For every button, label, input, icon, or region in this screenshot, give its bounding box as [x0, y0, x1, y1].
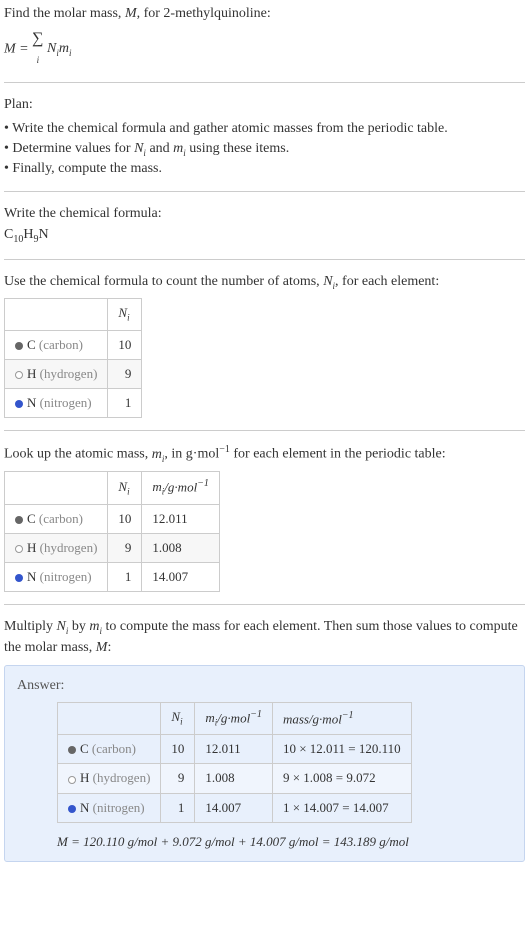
step3-section: Look up the atomic mass, mi, in g·mol−1 …	[4, 443, 525, 592]
atomic-mass-table: Ni mi/g·mol−1 C (carbon) 10 12.011 H (hy…	[4, 471, 220, 592]
table-row: H (hydrogen) 9	[5, 359, 142, 388]
table-header-n: Ni	[108, 472, 142, 505]
table-header-mass: mass/g·mol−1	[272, 702, 411, 735]
chemical-formula: C10H9N	[4, 225, 525, 247]
n-value: 9	[108, 533, 142, 562]
element-bullet-icon	[15, 371, 23, 379]
table-header-n: Ni	[161, 702, 195, 735]
intro-section: Find the molar mass, M, for 2-methylquin…	[4, 4, 525, 70]
table-header-element	[58, 702, 161, 735]
m-value: 1.008	[195, 764, 273, 793]
element-cell: H (hydrogen)	[5, 359, 108, 388]
divider	[4, 430, 525, 431]
element-cell: C (carbon)	[5, 504, 108, 533]
atom-count-table: Ni C (carbon) 10 H (hydrogen) 9 N (nitro…	[4, 298, 142, 418]
final-result: M = 120.110 g/mol + 9.072 g/mol + 14.007…	[57, 833, 512, 851]
plan-section: Plan: • Write the chemical formula and g…	[4, 95, 525, 178]
m-value: 14.007	[195, 793, 273, 822]
step1-title: Write the chemical formula:	[4, 204, 525, 224]
element-cell: C (carbon)	[58, 735, 161, 764]
element-cell: N (nitrogen)	[5, 388, 108, 417]
n-value: 1	[108, 563, 142, 592]
n-value: 1	[108, 388, 142, 417]
element-cell: C (carbon)	[5, 330, 108, 359]
table-row: H (hydrogen) 9 1.008 9 × 1.008 = 9.072	[58, 764, 412, 793]
element-bullet-icon	[15, 342, 23, 350]
m-value: 1.008	[142, 533, 220, 562]
n-value: 9	[161, 764, 195, 793]
step4-section: Multiply Ni by mi to compute the mass fo…	[4, 617, 525, 657]
n-value: 10	[108, 330, 142, 359]
table-row: N (nitrogen) 1 14.007 1 × 14.007 = 14.00…	[58, 793, 412, 822]
table-header-n: Ni	[108, 299, 142, 330]
m-value: 14.007	[142, 563, 220, 592]
element-bullet-icon	[15, 516, 23, 524]
table-row: C (carbon) 10 12.011 10 × 12.011 = 120.1…	[58, 735, 412, 764]
m-value: 12.011	[142, 504, 220, 533]
molar-mass-formula: M = ∑i Nimi	[4, 28, 525, 71]
mass-value: 9 × 1.008 = 9.072	[272, 764, 411, 793]
mass-value: 10 × 12.011 = 120.110	[272, 735, 411, 764]
n-value: 10	[108, 504, 142, 533]
element-bullet-icon	[68, 805, 76, 813]
plan-item: • Determine values for Ni and mi using t…	[4, 139, 525, 159]
table-header-element	[5, 472, 108, 505]
divider	[4, 191, 525, 192]
answer-label: Answer:	[17, 676, 512, 696]
plan-list: • Write the chemical formula and gather …	[4, 119, 525, 179]
intro-line1: Find the molar mass, M, for 2-methylquin…	[4, 4, 525, 24]
table-row: C (carbon) 10 12.011	[5, 504, 220, 533]
divider	[4, 82, 525, 83]
answer-box: Answer: Ni mi/g·mol−1 mass/g·mol−1 C (ca…	[4, 665, 525, 862]
table-row: H (hydrogen) 9 1.008	[5, 533, 220, 562]
plan-item: • Finally, compute the mass.	[4, 159, 525, 179]
answer-table: Ni mi/g·mol−1 mass/g·mol−1 C (carbon) 10…	[57, 702, 412, 823]
step3-title: Look up the atomic mass, mi, in g·mol−1 …	[4, 443, 525, 465]
mass-value: 1 × 14.007 = 14.007	[272, 793, 411, 822]
element-bullet-icon	[15, 574, 23, 582]
table-row: N (nitrogen) 1	[5, 388, 142, 417]
plan-title: Plan:	[4, 95, 525, 115]
element-bullet-icon	[68, 746, 76, 754]
step2-section: Use the chemical formula to count the nu…	[4, 272, 525, 418]
element-cell: H (hydrogen)	[58, 764, 161, 793]
m-value: 12.011	[195, 735, 273, 764]
step4-title: Multiply Ni by mi to compute the mass fo…	[4, 617, 525, 657]
element-bullet-icon	[68, 776, 76, 784]
plan-item: • Write the chemical formula and gather …	[4, 119, 525, 139]
step2-title: Use the chemical formula to count the nu…	[4, 272, 525, 292]
n-value: 1	[161, 793, 195, 822]
element-cell: H (hydrogen)	[5, 533, 108, 562]
table-row: C (carbon) 10	[5, 330, 142, 359]
element-cell: N (nitrogen)	[5, 563, 108, 592]
element-bullet-icon	[15, 545, 23, 553]
element-bullet-icon	[15, 400, 23, 408]
table-header-m: mi/g·mol−1	[142, 472, 220, 505]
divider	[4, 604, 525, 605]
table-header-m: mi/g·mol−1	[195, 702, 273, 735]
step1-section: Write the chemical formula: C10H9N	[4, 204, 525, 247]
divider	[4, 259, 525, 260]
n-value: 10	[161, 735, 195, 764]
n-value: 9	[108, 359, 142, 388]
element-cell: N (nitrogen)	[58, 793, 161, 822]
table-header-element	[5, 299, 108, 330]
table-row: N (nitrogen) 1 14.007	[5, 563, 220, 592]
